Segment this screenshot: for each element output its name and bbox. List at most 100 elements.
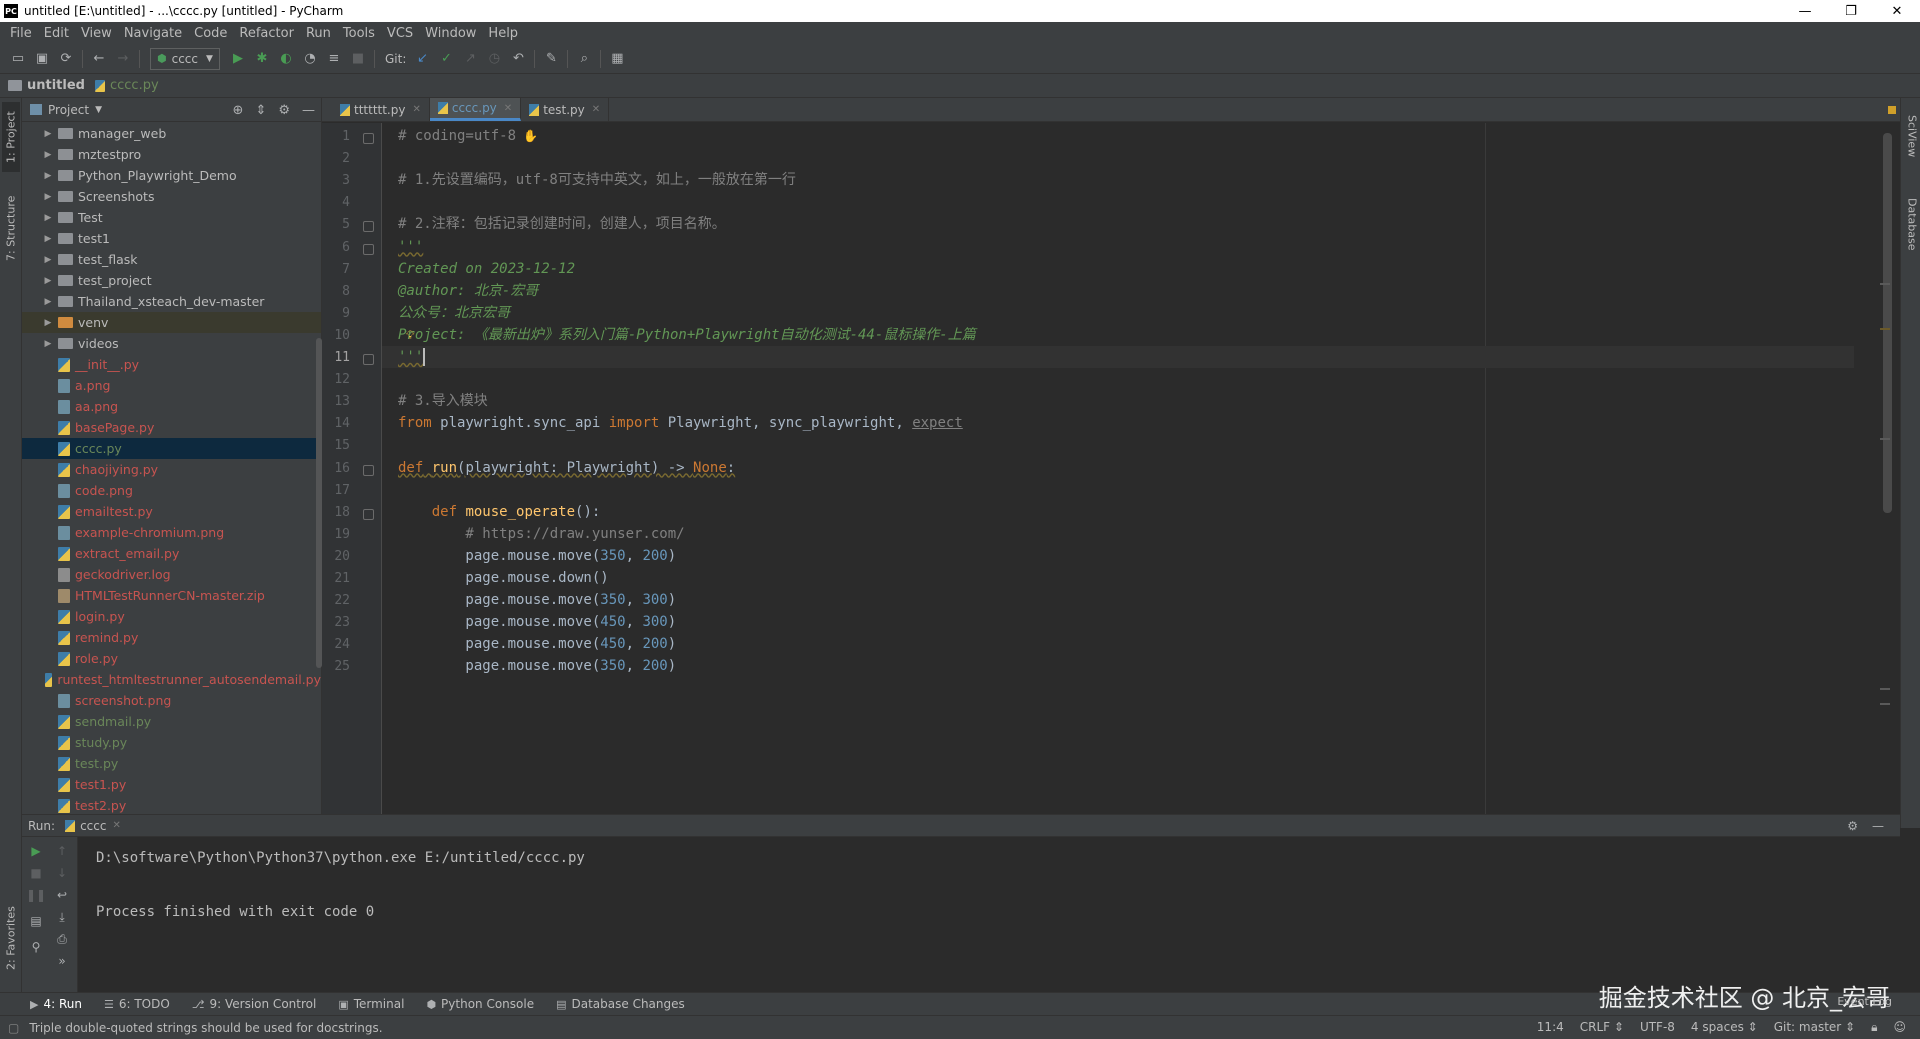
error-stripe-mark[interactable] — [1880, 328, 1890, 330]
code-line[interactable] — [382, 434, 1854, 456]
run-configuration-select[interactable]: ⬢ cccc ▼ — [150, 47, 220, 70]
git-history-icon[interactable]: ◷ — [482, 47, 506, 71]
menu-item-vcs[interactable]: VCS — [381, 26, 419, 41]
error-stripe-mark[interactable] — [1880, 703, 1890, 705]
tree-item[interactable]: code.png — [22, 480, 321, 501]
tree-item[interactable]: a.png — [22, 375, 321, 396]
hide-panel-icon[interactable]: — — [1872, 819, 1884, 833]
close-icon[interactable]: ✕ — [592, 104, 600, 115]
hide-panel-icon[interactable]: — — [302, 103, 315, 118]
toggle-tool-windows-icon[interactable]: ▢ — [8, 1021, 19, 1035]
code-line[interactable]: page.mouse.move(350, 200) — [382, 655, 1854, 677]
tree-item[interactable]: ▶ test1 — [22, 228, 321, 249]
expand-arrow-icon[interactable]: ▶ — [42, 276, 54, 286]
tree-item[interactable]: test1.py — [22, 774, 321, 795]
expand-arrow-icon[interactable]: ▶ — [42, 129, 54, 139]
git-push-icon[interactable]: ↗ — [458, 47, 482, 71]
tree-item[interactable]: emailtest.py — [22, 501, 321, 522]
tree-item[interactable]: chaojiying.py — [22, 459, 321, 480]
code-line[interactable]: page.mouse.move(450, 300) — [382, 611, 1854, 633]
tree-item[interactable]: study.py — [22, 732, 321, 753]
print-icon[interactable]: ⎙ — [52, 929, 72, 949]
code-line[interactable]: ''' — [382, 236, 1854, 258]
collapse-all-icon[interactable]: ⇕ — [255, 103, 266, 118]
expand-arrow-icon[interactable]: ▶ — [42, 339, 54, 349]
soft-wrap-icon[interactable]: ↩ — [52, 885, 72, 905]
menu-item-code[interactable]: Code — [188, 26, 233, 41]
minimize-button[interactable]: — — [1782, 0, 1828, 22]
code-line[interactable]: def run(playwright: Playwright) -> None: — [382, 457, 1854, 479]
inspector-icon[interactable]: ☺ — [1893, 1020, 1906, 1035]
fold-marker-icon[interactable] — [363, 133, 374, 144]
rerun-icon[interactable]: ▶ — [26, 841, 46, 861]
tree-item[interactable]: test2.py — [22, 795, 321, 816]
git-branch[interactable]: Git: master ⇕ — [1774, 1020, 1855, 1035]
tab-version-control[interactable]: ⎇ 9: Version Control — [192, 997, 317, 1011]
cursor-position[interactable]: 11:4 — [1537, 1020, 1564, 1035]
expand-arrow-icon[interactable]: ▶ — [42, 255, 54, 265]
tab-python-console[interactable]: ⬢ Python Console — [426, 997, 534, 1011]
expand-arrow-icon[interactable]: ▶ — [42, 171, 54, 181]
gear-icon[interactable]: ⚙ — [1847, 819, 1858, 833]
menu-item-view[interactable]: View — [75, 26, 118, 41]
stop-icon[interactable]: ■ — [26, 863, 46, 883]
tab-project-tool[interactable]: 1: Project — [2, 102, 20, 172]
tab-database-tool[interactable]: Database — [1903, 184, 1920, 264]
tree-item[interactable]: runtest_htmltestrunner_autosendemail.py — [22, 669, 321, 690]
scroll-down-icon[interactable]: ↓ — [52, 863, 72, 883]
fold-marker-icon[interactable] — [363, 243, 374, 255]
expand-arrow-icon[interactable]: ▶ — [42, 234, 54, 244]
expand-arrow-icon[interactable]: ▶ — [42, 192, 54, 202]
stop-icon[interactable]: ■ — [346, 47, 370, 71]
menu-item-window[interactable]: Window — [419, 26, 482, 41]
scroll-to-end-icon[interactable]: ⤓ — [52, 907, 72, 927]
close-window-button[interactable]: ✕ — [1874, 0, 1920, 22]
breadcrumb-project[interactable]: untitled — [27, 78, 85, 93]
tree-item[interactable]: HTMLTestRunnerCN-master.zip — [22, 585, 321, 606]
warning-indicator-icon[interactable] — [1888, 106, 1896, 114]
pin-icon[interactable]: ⚲ — [26, 937, 46, 957]
error-stripe-mark[interactable] — [1880, 283, 1890, 285]
code-line[interactable]: # 3.导入模块 — [382, 390, 1854, 412]
code-line[interactable]: def mouse_operate(): — [382, 501, 1854, 523]
git-update-icon[interactable]: ↙ — [410, 47, 434, 71]
editor-scrollbar[interactable] — [1883, 123, 1892, 814]
debug-icon[interactable]: ✱ — [250, 47, 274, 71]
git-commit-icon[interactable]: ✓ — [434, 47, 458, 71]
tree-item[interactable]: screenshot.png — [22, 690, 321, 711]
menu-item-navigate[interactable]: Navigate — [118, 26, 188, 41]
error-stripe-mark[interactable] — [1880, 688, 1890, 690]
tree-item[interactable]: ▶ Python_Playwright_Demo — [22, 165, 321, 186]
tab-database-changes[interactable]: ▤ Database Changes — [556, 997, 685, 1011]
save-all-icon[interactable]: ▣ — [30, 47, 54, 71]
close-icon[interactable]: ✕ — [504, 103, 512, 114]
run-tab-cccc[interactable]: cccc ✕ — [65, 819, 121, 833]
tab-favorites-tool[interactable]: 2: Favorites — [2, 898, 20, 978]
code-line[interactable]: page.mouse.move(350, 200) — [382, 545, 1854, 567]
breadcrumb-file[interactable]: cccc.py — [110, 78, 159, 93]
menu-item-run[interactable]: Run — [300, 26, 337, 41]
project-panel-title[interactable]: Project — [48, 103, 89, 117]
tab-run[interactable]: ▶ 4: Run — [30, 997, 82, 1011]
code-line[interactable]: # https://draw.yunser.com/ — [382, 523, 1854, 545]
code-line[interactable] — [382, 191, 1854, 213]
open-folder-icon[interactable]: ▭ — [6, 47, 30, 71]
code-area[interactable]: # coding=utf-8 ✋ # 1.先设置编码，utf-8可支持中英文，如上… — [382, 123, 1854, 814]
tab-structure-tool[interactable]: 7: Structure — [2, 186, 20, 270]
code-line[interactable]: page.mouse.down() — [382, 567, 1854, 589]
code-line[interactable]: @author: 北京-宏哥 — [382, 280, 1854, 302]
expand-arrow-icon[interactable]: ▶ — [42, 150, 54, 160]
locate-file-icon[interactable]: ⊕ — [233, 103, 244, 118]
scroll-up-icon[interactable]: ↑ — [52, 841, 72, 861]
editor-tab[interactable]: cccc.py ✕ — [429, 98, 522, 121]
close-icon[interactable]: ✕ — [112, 820, 120, 831]
pause-icon[interactable]: ❚❚ — [26, 885, 46, 905]
console-output[interactable]: D:\software\Python\Python37\python.exe E… — [96, 845, 585, 926]
fold-marker-icon[interactable] — [363, 464, 374, 476]
tree-item[interactable]: aa.png — [22, 396, 321, 417]
tree-item[interactable]: ▶ venv — [22, 312, 321, 333]
code-line[interactable] — [382, 147, 1854, 169]
tree-item[interactable]: role.py — [22, 648, 321, 669]
tree-item[interactable]: ▶ Test — [22, 207, 321, 228]
editor-tab[interactable]: ttttttt.py ✕ — [332, 98, 430, 121]
